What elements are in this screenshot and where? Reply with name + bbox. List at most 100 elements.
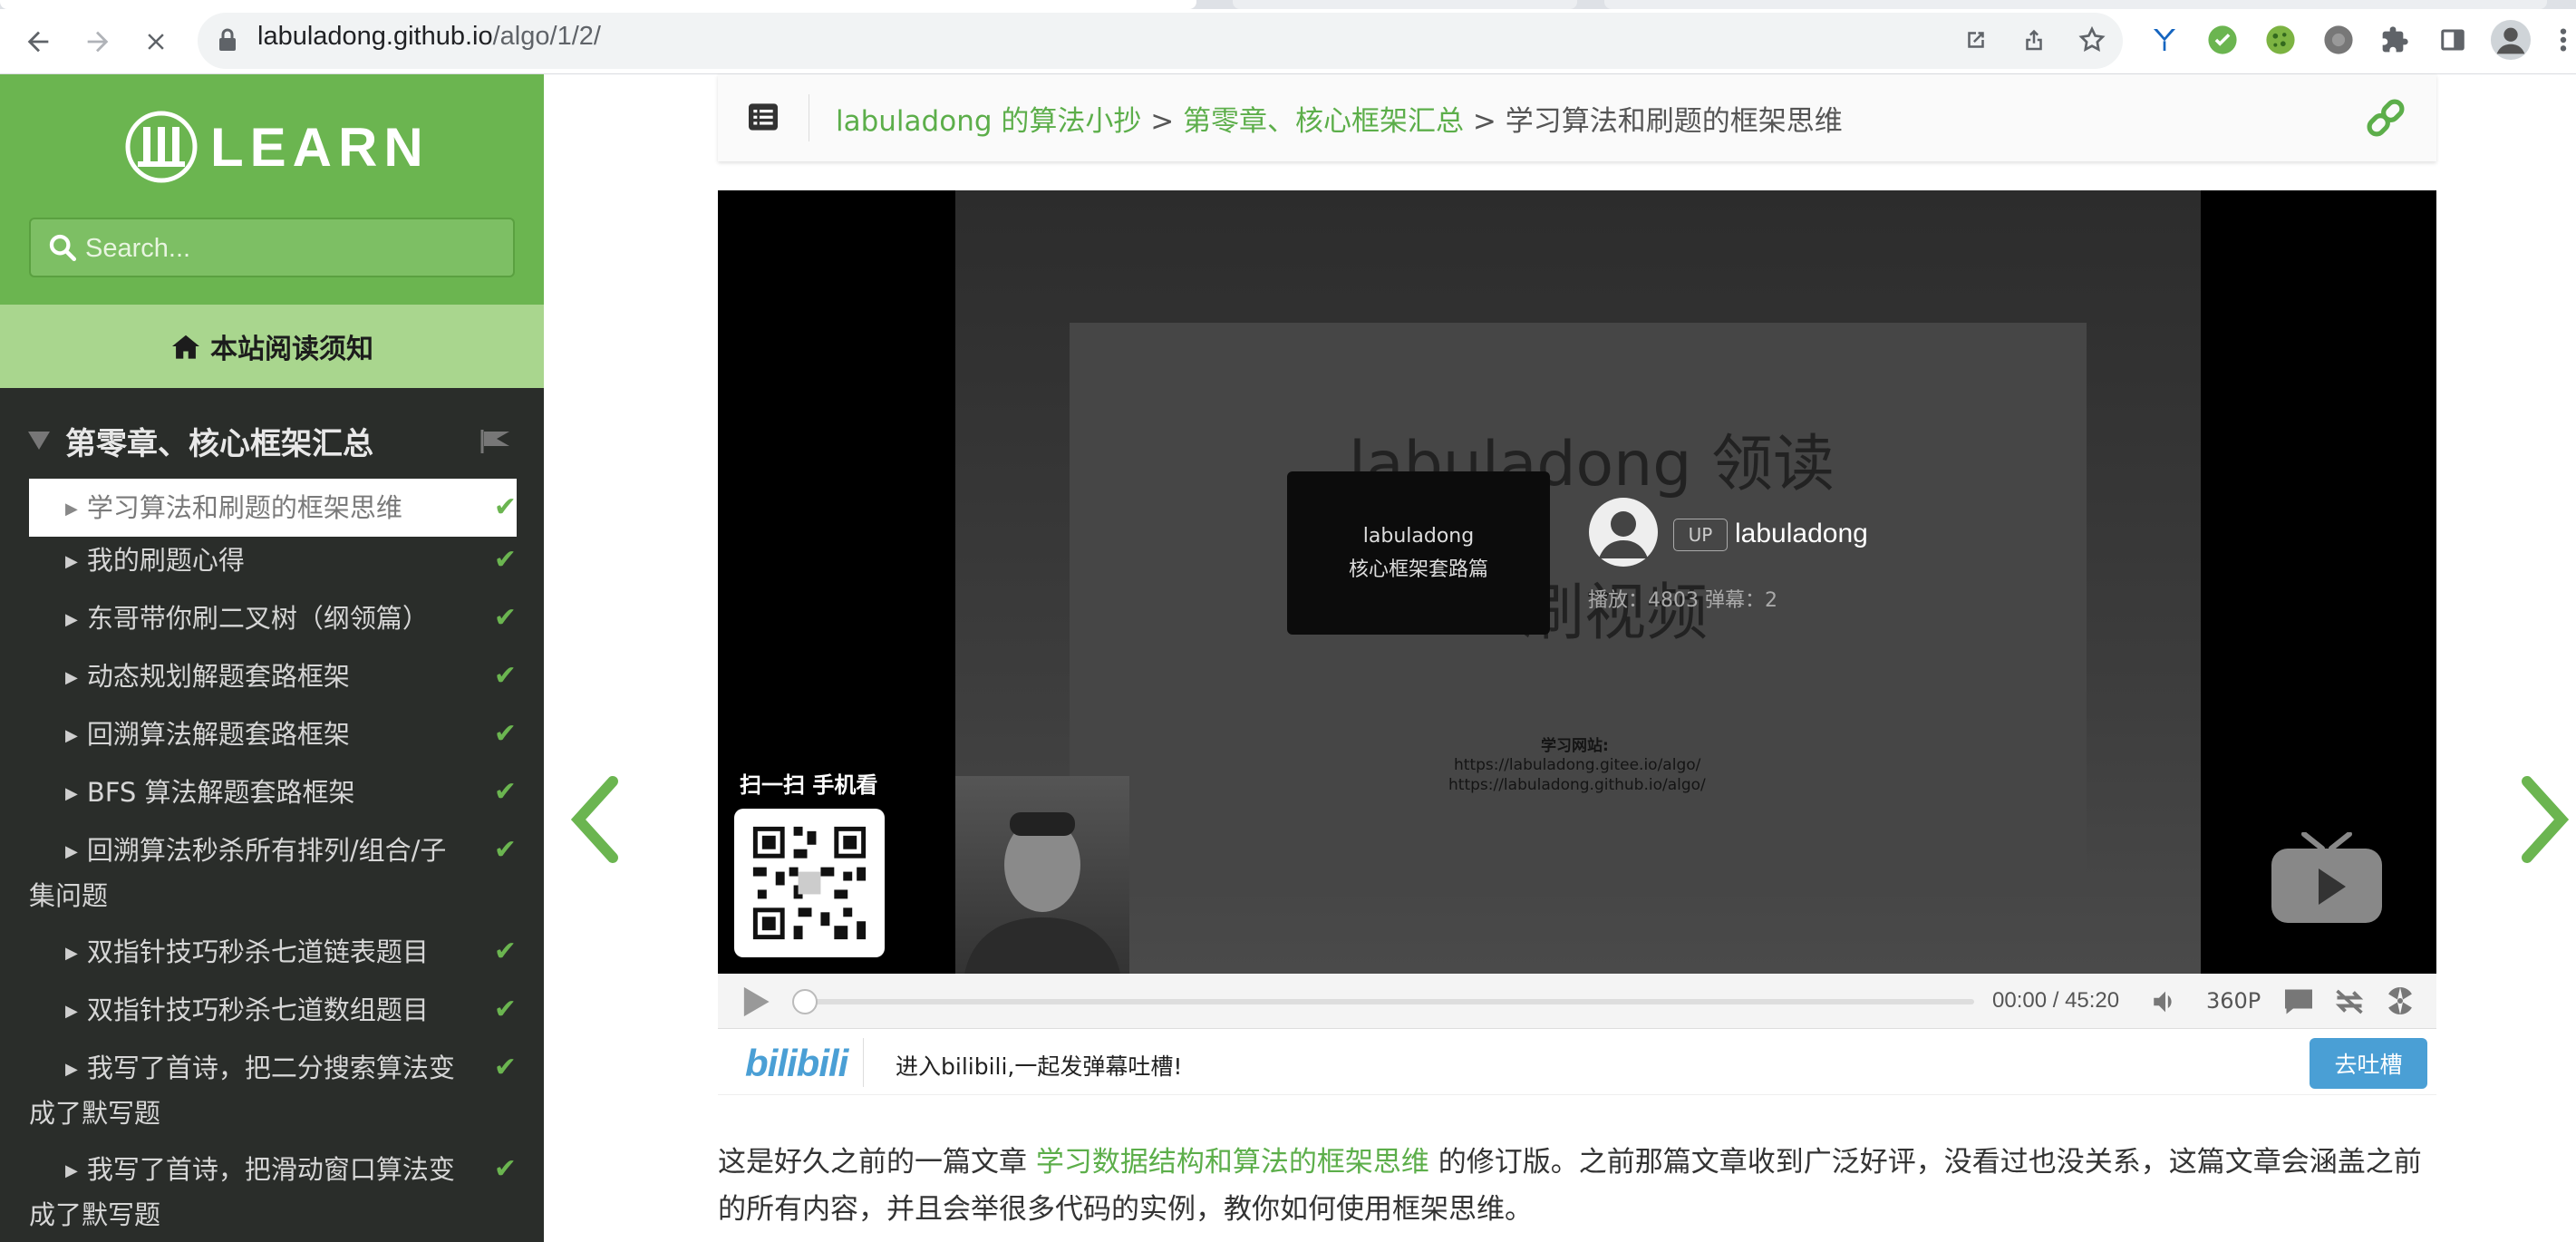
flag-icon[interactable]: [480, 428, 511, 453]
sidebar-item-label: BFS 算法解题套路框架: [86, 777, 355, 808]
extension-check-icon[interactable]: [2204, 22, 2241, 58]
qr-code-icon: [752, 826, 867, 940]
fullscreen-icon[interactable]: [2384, 985, 2416, 1017]
check-icon: ✔: [493, 602, 517, 634]
bilibili-logo[interactable]: bilibili: [745, 1042, 848, 1085]
check-icon: ✔: [493, 660, 517, 692]
extension-cookie-icon[interactable]: [2262, 22, 2299, 58]
reading-notice-label: 本站阅读须知: [210, 334, 373, 365]
caret-right-icon: ▶: [65, 1002, 78, 1021]
chapter-title: 第零章、核心框架汇总: [65, 425, 373, 462]
check-icon: ✔: [493, 544, 517, 576]
search-input[interactable]: [85, 230, 502, 267]
volume-icon[interactable]: [2150, 986, 2181, 1017]
bilibili-tv-play-icon[interactable]: [2268, 832, 2386, 927]
video-site-label: 学习网站:: [1541, 737, 1609, 755]
prev-page-arrow-icon[interactable]: [569, 776, 624, 863]
progress-bar[interactable]: [805, 999, 1974, 1004]
site-logo[interactable]: LEARN: [125, 102, 430, 192]
sidebar-item-experience[interactable]: ▶ 我的刷题心得 ✔: [29, 539, 517, 584]
sidebar-item-framework-thinking[interactable]: ▶ 学习算法和刷题的框架思维 ✔: [29, 479, 517, 537]
article-paragraph: 这是好久之前的一篇文章 学习数据结构和算法的框架思维 的修订版。之前那篇文章收到…: [718, 1139, 2440, 1233]
caret-right-icon: ▶: [65, 610, 78, 629]
play-icon[interactable]: [740, 985, 772, 1019]
sidebar-item-dynamic-programming[interactable]: ▶ 动态规划解题套路框架 ✔: [29, 655, 517, 700]
extension-y-icon[interactable]: [2146, 22, 2183, 58]
uploader-name[interactable]: labuladong: [1735, 519, 1868, 549]
next-page-arrow-icon[interactable]: [2516, 776, 2571, 863]
sidebar-item-linked-list[interactable]: ▶ 双指针技巧秒杀七道链表题目 ✔: [29, 930, 517, 975]
sidebar-item-label: 双指针技巧秒杀七道数组题目: [86, 995, 429, 1025]
sidebar: LEARN 本站阅读须知 第零章、核心框架汇总 ▶学习算法和刷题的框架思维 ✔ …: [0, 74, 544, 1242]
sidebar-item-bfs[interactable]: ▶ BFS 算法解题套路框架 ✔: [29, 771, 517, 816]
open-in-app-icon[interactable]: [1958, 22, 1994, 58]
sidebar-item-backtracking[interactable]: ▶ 回溯算法解题套路框架 ✔: [29, 713, 517, 758]
reading-notice-link[interactable]: 本站阅读须知: [0, 305, 544, 388]
side-panel-icon[interactable]: [2435, 22, 2471, 58]
uploader-avatar[interactable]: [1588, 497, 1659, 568]
danmaku-icon[interactable]: [2282, 986, 2315, 1017]
url-text[interactable]: labuladong.github.io/algo/1/2/: [257, 22, 601, 52]
chapter-header[interactable]: 第零章、核心框架汇总: [27, 412, 517, 470]
forward-button[interactable]: [73, 16, 123, 67]
breadcrumb-home-link[interactable]: labuladong 的算法小抄: [836, 105, 1141, 138]
caret-right-icon: ▶: [65, 726, 78, 745]
link-icon[interactable]: [2364, 96, 2407, 140]
share-icon[interactable]: [2016, 22, 2052, 58]
video-title-card[interactable]: labuladong 核心框架套路篇: [1287, 471, 1550, 635]
menu-dots-icon[interactable]: [2545, 22, 2576, 58]
browser-toolbar: labuladong.github.io/algo/1/2/: [0, 0, 2576, 74]
search-box[interactable]: [29, 218, 515, 277]
extension-gray-icon[interactable]: [2320, 22, 2357, 58]
player-controls: 00:00 / 45:20 360P: [718, 974, 2436, 1028]
video-title-line2: 核心框架套路篇: [1348, 558, 1488, 581]
sidebar-item-label: 学习算法和刷题的框架思维: [86, 492, 402, 523]
video-stats: 播放：4803 弹幕：2: [1588, 589, 1777, 612]
sidebar-item-label-line1: 我写了首诗，把二分搜索算法变: [86, 1053, 455, 1083]
go-comment-button[interactable]: 去吐槽: [2310, 1038, 2427, 1089]
toc-list-icon[interactable]: [749, 103, 778, 131]
check-icon: ✔: [493, 776, 517, 808]
tab[interactable]: [1233, 0, 1577, 9]
quality-selector[interactable]: 360P: [2206, 988, 2261, 1014]
home-icon: [172, 335, 199, 359]
sidebar-item-label-line1: 我写了首诗，把滑动窗口算法变: [86, 1154, 455, 1185]
check-icon: ✔: [493, 491, 517, 523]
video-site-url-1: https://labuladong.gitee.io/algo/: [1454, 756, 1701, 774]
caret-right-icon: ▶: [65, 500, 78, 519]
danmaku-toggle-icon[interactable]: [2333, 986, 2366, 1017]
tab-active[interactable]: [0, 0, 1196, 9]
sidebar-item-binary-tree[interactable]: ▶ 东哥带你刷二叉树（纲领篇） ✔: [29, 597, 517, 642]
breadcrumb-bar: labuladong 的算法小抄 > 第零章、核心框架汇总 > 学习算法和刷题的…: [718, 74, 2436, 161]
sidebar-item-permutation-combination[interactable]: ▶ 回溯算法秒杀所有排列/组合/子 集问题 ✔: [29, 829, 517, 919]
sidebar-item-binary-search[interactable]: ▶ 我写了首诗，把二分搜索算法变 成了默写题 ✔: [29, 1046, 517, 1137]
bookmark-star-icon[interactable]: [2074, 22, 2110, 58]
caret-right-icon: ▶: [65, 1161, 78, 1180]
breadcrumb-separator: >: [1141, 105, 1184, 138]
breadcrumb: labuladong 的算法小抄 > 第零章、核心框架汇总 > 学习算法和刷题的…: [836, 98, 1843, 139]
profile-avatar-icon[interactable]: [2489, 18, 2532, 62]
stop-button[interactable]: [131, 16, 181, 67]
url-host: labuladong.github.io: [257, 22, 493, 51]
article-link[interactable]: 学习数据结构和算法的框架思维: [1036, 1146, 1429, 1179]
qr-label: 扫一扫 手机看: [740, 772, 878, 798]
breadcrumb-chapter-link[interactable]: 第零章、核心框架汇总: [1183, 105, 1464, 138]
check-icon: ✔: [493, 718, 517, 750]
sidebar-item-array[interactable]: ▶ 双指针技巧秒杀七道数组题目 ✔: [29, 988, 517, 1033]
lock-icon[interactable]: [218, 27, 237, 56]
breadcrumb-current: 学习算法和刷题的框架思维: [1505, 105, 1843, 138]
qr-code: [734, 809, 885, 957]
sidebar-item-label-line2: 成了默写题: [29, 1098, 161, 1129]
tab[interactable]: [1604, 0, 2547, 9]
video-title-line1: labuladong: [1362, 524, 1475, 548]
sidebar-item-label: 双指针技巧秒杀七道链表题目: [86, 936, 429, 967]
sidebar-item-sliding-window[interactable]: ▶ 我写了首诗，把滑动窗口算法变 成了默写题 ✔: [29, 1148, 517, 1238]
extensions-puzzle-icon[interactable]: [2377, 22, 2413, 58]
bilibili-bar: bilibili 进入bilibili,一起发弹幕吐槽! 去吐槽: [718, 1028, 2436, 1095]
person-image: [964, 812, 1120, 974]
caret-right-icon: ▶: [65, 552, 78, 571]
up-badge: UP: [1673, 519, 1728, 551]
back-button[interactable]: [13, 16, 63, 67]
progress-handle[interactable]: [792, 989, 818, 1014]
logo-icon: [125, 111, 198, 183]
